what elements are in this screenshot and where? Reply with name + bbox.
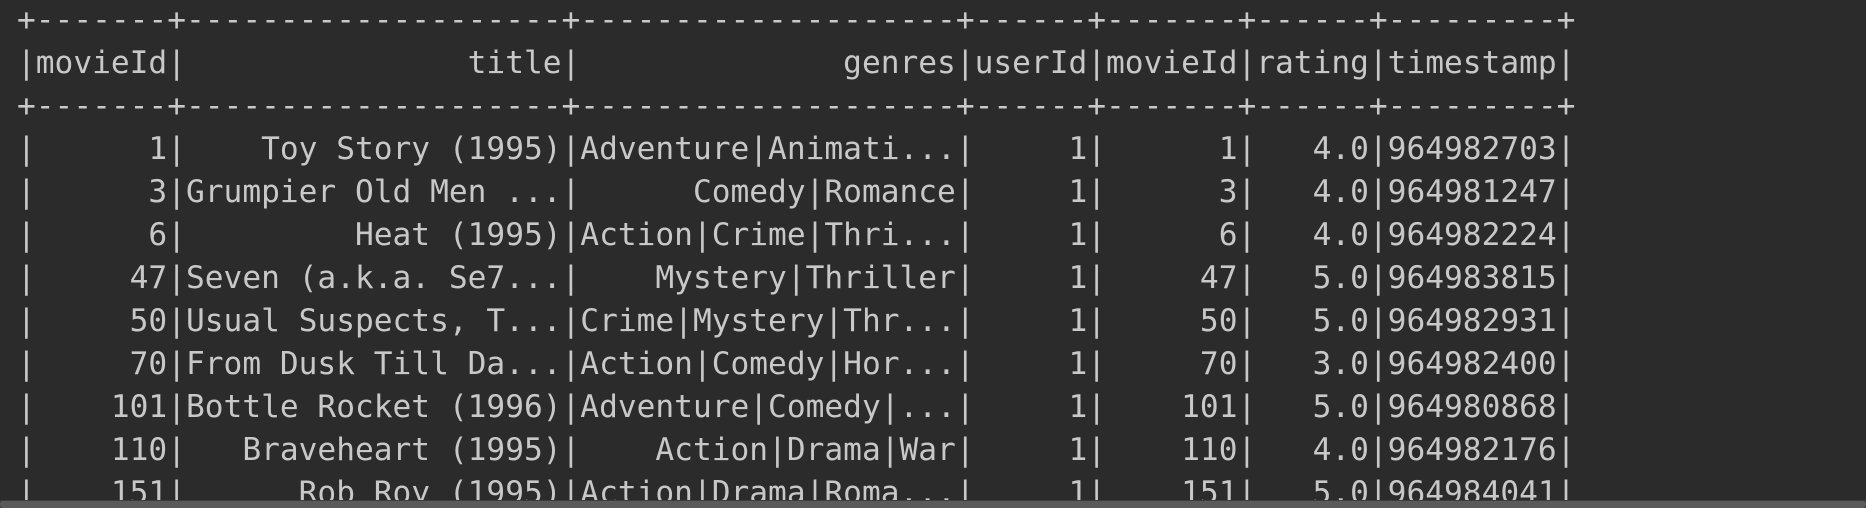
table-row: | 50|Usual Suspects, T...|Crime|Mystery|… (17, 303, 1576, 339)
horizontal-scrollbar[interactable] (0, 500, 1866, 508)
table-header-row: |movieId| title| genres|userId|movieId|r… (17, 45, 1576, 81)
table-row: | 101|Bottle Rocket (1996)|Adventure|Com… (17, 389, 1576, 425)
terminal-window[interactable]: +-------+--------------------+----------… (0, 0, 1866, 508)
table-row: | 110| Braveheart (1995)| Action|Drama|W… (17, 432, 1576, 468)
table-row: | 47|Seven (a.k.a. Se7...| Mystery|Thril… (17, 260, 1576, 296)
scrollbar-thumb[interactable] (0, 501, 1866, 508)
table-row: | 1| Toy Story (1995)|Adventure|Animati.… (17, 131, 1576, 167)
table-border-line: +-------+--------------------+----------… (17, 2, 1576, 38)
table-row: | 3|Grumpier Old Men ...| Comedy|Romance… (17, 174, 1576, 210)
table-row: | 70|From Dusk Till Da...|Action|Comedy|… (17, 346, 1576, 382)
table-border-line: +-------+--------------------+----------… (17, 88, 1576, 124)
table-row: | 6| Heat (1995)|Action|Crime|Thri...| 1… (17, 217, 1576, 253)
dataframe-output: +-------+--------------------+----------… (17, 0, 1575, 508)
